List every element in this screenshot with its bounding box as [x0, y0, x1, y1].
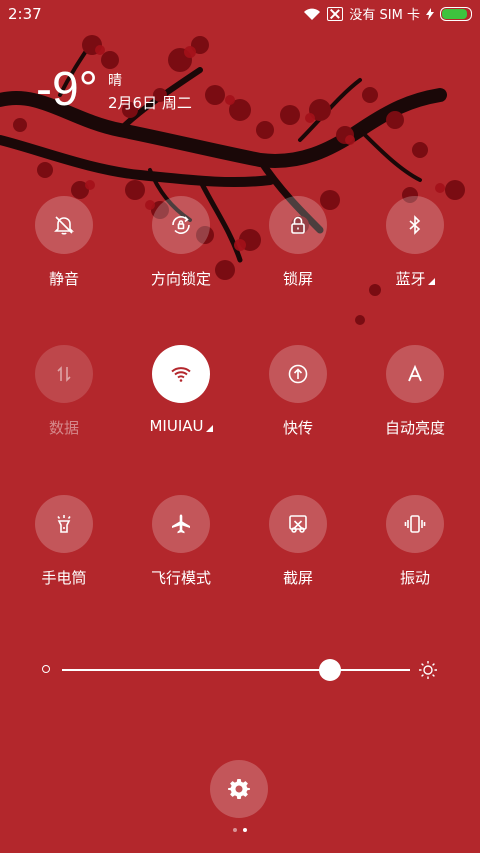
toggle-label-wrap: 蓝牙 — [365, 268, 465, 289]
toggle-airplane-mode[interactable]: 飞行模式 — [131, 495, 231, 588]
wifi-icon[interactable] — [152, 345, 210, 403]
status-bar: 2:37 没有 SIM 卡 — [0, 0, 480, 28]
toggle-label: 方向锁定 — [150, 270, 211, 288]
brightness-high-icon — [419, 661, 437, 679]
wallpaper-plum-blossom — [0, 35, 465, 325]
brightness-slider[interactable] — [40, 658, 440, 682]
date-text: 2月6日 周二 — [108, 94, 192, 112]
toggle-label: 静音 — [48, 270, 79, 288]
brightness-track[interactable] — [62, 669, 410, 671]
toggle-label: 手电筒 — [41, 569, 87, 587]
charging-icon — [426, 7, 434, 20]
toggle-label: 锁屏 — [282, 270, 313, 288]
no-sim-icon — [327, 6, 344, 21]
upload-icon[interactable] — [269, 345, 327, 403]
bluetooth-icon[interactable] — [386, 196, 444, 254]
toggle-rotation-lock[interactable]: 方向锁定 — [131, 196, 231, 289]
screenshot-icon[interactable] — [269, 495, 327, 553]
status-icons: 没有 SIM 卡 — [303, 4, 472, 23]
weather-condition: 晴 — [108, 73, 122, 89]
toggle-screenshot[interactable]: 截屏 — [248, 495, 348, 588]
toggle-silent[interactable]: 静音 — [14, 196, 114, 289]
rotation-lock-icon[interactable] — [152, 196, 210, 254]
wifi-signal-icon — [304, 8, 321, 20]
toggle-label: 飞行模式 — [150, 569, 211, 587]
toggle-flashlight[interactable]: 手电筒 — [14, 495, 114, 588]
page-dot-current[interactable] — [243, 828, 247, 832]
battery-fill — [442, 8, 467, 19]
dropdown-corner-icon — [205, 425, 213, 432]
lock-icon[interactable] — [269, 196, 327, 254]
bell-off-icon[interactable] — [35, 196, 93, 254]
toggle-label: 振动 — [399, 569, 430, 587]
vibrate-icon[interactable] — [386, 495, 444, 553]
toggle-wifi[interactable]: MIUIAU — [131, 345, 231, 435]
page-dot[interactable] — [233, 828, 237, 832]
toggle-label: MIUIAU — [149, 417, 204, 435]
flashlight-icon[interactable] — [35, 495, 93, 553]
gear-icon — [228, 779, 250, 799]
battery-icon — [440, 6, 472, 21]
settings-button[interactable] — [210, 760, 268, 818]
brightness-thumb[interactable] — [318, 659, 341, 681]
toggle-label: 自动亮度 — [384, 419, 445, 437]
dropdown-corner-icon — [427, 278, 435, 285]
carrier-text: 没有 SIM 卡 — [349, 8, 420, 23]
toggle-vibrate[interactable]: 振动 — [365, 495, 465, 588]
toggle-auto-brightness[interactable]: 自动亮度 — [365, 345, 465, 438]
toggle-lock-screen[interactable]: 锁屏 — [248, 196, 348, 289]
auto-brightness-icon[interactable] — [386, 345, 444, 403]
weather-widget: -9° 晴 2月6日 周二 — [36, 63, 192, 116]
toggle-quick-transfer[interactable]: 快传 — [248, 345, 348, 438]
toggle-label-wrap: MIUIAU — [131, 417, 231, 435]
brightness-low-icon — [42, 665, 50, 673]
toggle-label: 截屏 — [282, 569, 313, 587]
toggle-bluetooth[interactable]: 蓝牙 — [365, 196, 465, 289]
toggle-label: 数据 — [48, 419, 79, 437]
toggle-label: 蓝牙 — [395, 270, 426, 288]
temperature: -9° — [36, 63, 98, 116]
toggle-label: 快传 — [282, 419, 313, 437]
toggle-mobile-data[interactable]: 数据 — [14, 345, 114, 438]
page-indicator — [233, 828, 247, 832]
status-time: 2:37 — [8, 5, 42, 23]
airplane-icon[interactable] — [152, 495, 210, 553]
data-arrows-icon[interactable] — [35, 345, 93, 403]
